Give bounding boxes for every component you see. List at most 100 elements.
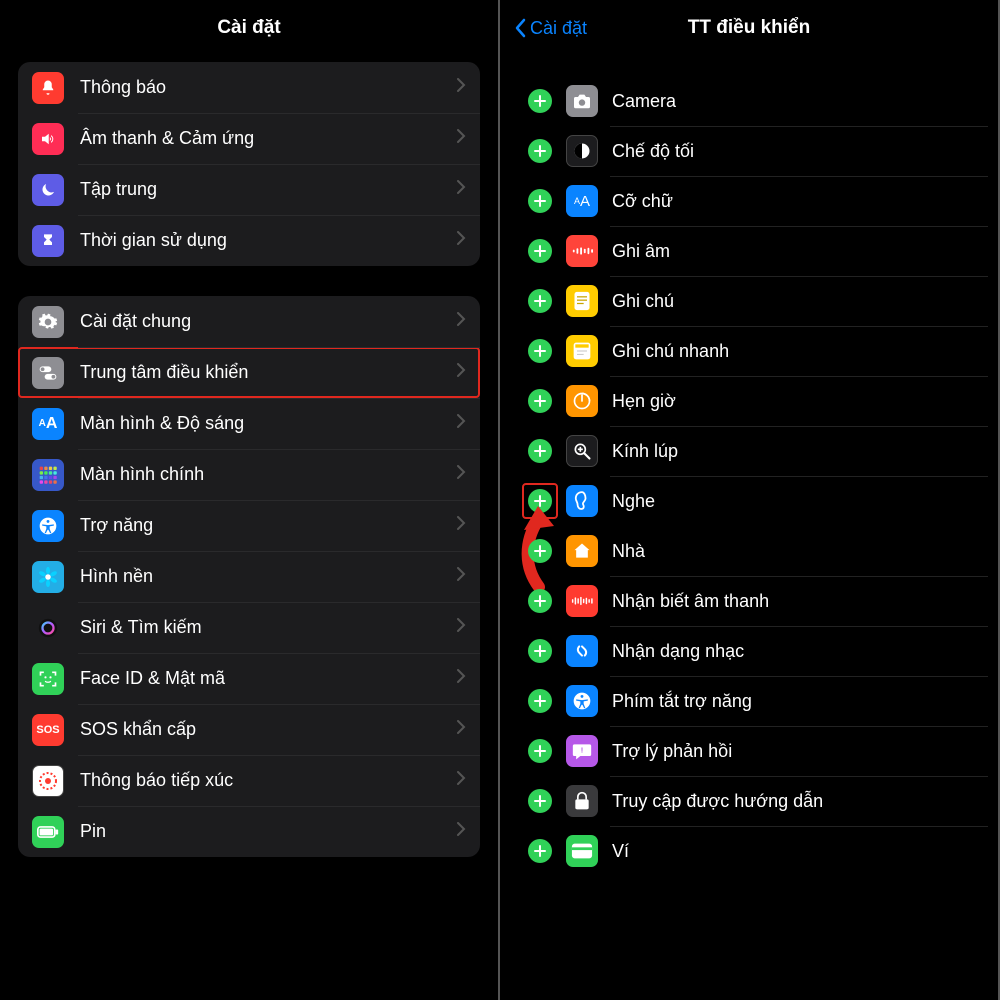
general-icon xyxy=(32,306,64,338)
control-row-textsize[interactable]: AACỡ chữ xyxy=(510,176,988,226)
settings-row-control-center[interactable]: Trung tâm điều khiển xyxy=(18,347,480,398)
control-row-label: Nhận biết âm thanh xyxy=(612,591,976,612)
settings-row-sounds[interactable]: Âm thanh & Cảm ứng xyxy=(18,113,480,164)
settings-scroll[interactable]: Thông báo Âm thanh & Cảm ứng Tập trung Thời… xyxy=(0,56,498,1000)
nav-bar: Cài đặt xyxy=(0,0,498,56)
chevron-right-icon xyxy=(457,465,466,484)
control-row-accessibility-sc[interactable]: Phím tắt trợ năng xyxy=(510,676,988,726)
add-button[interactable] xyxy=(528,639,552,663)
home-icon xyxy=(566,535,598,567)
add-button[interactable] xyxy=(528,289,552,313)
control-row-voicememo[interactable]: Ghi âm xyxy=(510,226,988,276)
settings-row-siri[interactable]: Siri & Tìm kiếm xyxy=(18,602,480,653)
add-button[interactable] xyxy=(528,389,552,413)
plus-icon xyxy=(534,695,546,707)
control-center-scroll[interactable]: Camera Chế độ tốiAACỡ chữ Ghi âm Ghi chúGhi… xyxy=(500,56,998,1000)
control-row-camera[interactable]: Camera xyxy=(510,76,988,126)
control-row-wallet[interactable]: Ví xyxy=(510,826,988,876)
control-row-label: Nghe xyxy=(612,491,976,512)
add-button[interactable] xyxy=(528,189,552,213)
control-row-darkmode[interactable]: Chế độ tối xyxy=(510,126,988,176)
settings-row-label: Màn hình chính xyxy=(80,464,457,485)
control-row-music-recog[interactable]: Nhận dạng nhạc xyxy=(510,626,988,676)
plus-icon xyxy=(534,645,546,657)
plus-icon xyxy=(534,245,546,257)
add-button[interactable] xyxy=(528,689,552,713)
settings-row-display[interactable]: AAMàn hình & Độ sáng xyxy=(18,398,480,449)
settings-row-screentime[interactable]: Thời gian sử dụng xyxy=(18,215,480,266)
sound-recog-icon xyxy=(566,585,598,617)
control-row-guided[interactable]: Truy cập được hướng dẫn xyxy=(510,776,988,826)
settings-row-label: Tập trung xyxy=(80,179,457,200)
add-button[interactable] xyxy=(528,589,552,613)
notes-icon xyxy=(566,285,598,317)
control-row-label: Trợ lý phản hồi xyxy=(612,741,976,762)
settings-screen: Cài đặt Thông báo Âm thanh & Cảm ứng Tập t… xyxy=(0,0,500,1000)
homescreen-icon xyxy=(32,459,64,491)
control-row-quicknote[interactable]: Ghi chú nhanh xyxy=(510,326,988,376)
add-button[interactable] xyxy=(528,239,552,263)
control-row-label: Hẹn giờ xyxy=(612,391,976,412)
add-button[interactable] xyxy=(528,739,552,763)
add-button[interactable] xyxy=(528,439,552,463)
control-row-home[interactable]: Nhà xyxy=(510,526,988,576)
add-button[interactable] xyxy=(528,339,552,363)
wallpaper-icon xyxy=(32,561,64,593)
settings-row-notifications[interactable]: Thông báo xyxy=(18,62,480,113)
hearing-icon xyxy=(566,485,598,517)
settings-row-battery[interactable]: Pin xyxy=(18,806,480,857)
chevron-right-icon xyxy=(457,231,466,250)
plus-icon xyxy=(534,295,546,307)
chevron-right-icon xyxy=(457,180,466,199)
add-button[interactable] xyxy=(528,139,552,163)
plus-icon xyxy=(534,845,546,857)
music-recog-icon xyxy=(566,635,598,667)
add-button[interactable] xyxy=(528,539,552,563)
add-button[interactable] xyxy=(528,789,552,813)
settings-row-label: Thông báo tiếp xúc xyxy=(80,770,457,791)
settings-row-wallpaper[interactable]: Hình nền xyxy=(18,551,480,602)
settings-row-label: Siri & Tìm kiếm xyxy=(80,617,457,638)
settings-row-label: Trợ năng xyxy=(80,515,457,536)
wallet-icon xyxy=(566,835,598,867)
settings-row-sos[interactable]: SOSSOS khẩn cấp xyxy=(18,704,480,755)
settings-row-label: Cài đặt chung xyxy=(80,311,457,332)
settings-row-label: Hình nền xyxy=(80,566,457,587)
control-row-label: Nhà xyxy=(612,541,976,562)
control-row-label: Nhận dạng nhạc xyxy=(612,641,976,662)
nav-bar: Cài đặt TT điều khiển xyxy=(500,0,998,56)
control-row-feedback[interactable]: !Trợ lý phản hồi xyxy=(510,726,988,776)
control-row-hearing[interactable]: Nghe xyxy=(510,476,988,526)
control-row-label: Ghi âm xyxy=(612,241,976,262)
settings-row-accessibility[interactable]: Trợ năng xyxy=(18,500,480,551)
settings-row-general[interactable]: Cài đặt chung xyxy=(18,296,480,347)
control-row-magnifier[interactable]: Kính lúp xyxy=(510,426,988,476)
display-icon: AA xyxy=(32,408,64,440)
settings-row-label: Pin xyxy=(80,821,457,842)
settings-row-label: Âm thanh & Cảm ứng xyxy=(80,128,457,149)
plus-icon xyxy=(534,595,546,607)
control-row-label: Ví xyxy=(612,841,976,862)
control-row-sound-recog[interactable]: Nhận biết âm thanh xyxy=(510,576,988,626)
back-button[interactable]: Cài đặt xyxy=(514,0,587,56)
chevron-right-icon xyxy=(457,363,466,382)
add-button[interactable] xyxy=(528,839,552,863)
settings-row-homescreen[interactable]: Màn hình chính xyxy=(18,449,480,500)
control-row-label: Camera xyxy=(612,91,976,112)
sounds-icon xyxy=(32,123,64,155)
chevron-right-icon xyxy=(457,771,466,790)
guided-icon xyxy=(566,785,598,817)
chevron-right-icon xyxy=(457,822,466,841)
siri-icon xyxy=(32,612,64,644)
plus-icon xyxy=(534,795,546,807)
control-row-label: Kính lúp xyxy=(612,441,976,462)
add-button[interactable] xyxy=(528,489,552,513)
control-row-timer[interactable]: Hẹn giờ xyxy=(510,376,988,426)
control-row-notes[interactable]: Ghi chú xyxy=(510,276,988,326)
settings-row-faceid[interactable]: Face ID & Mật mã xyxy=(18,653,480,704)
settings-row-focus[interactable]: Tập trung xyxy=(18,164,480,215)
control-row-label: Cỡ chữ xyxy=(612,191,976,212)
settings-row-exposure[interactable]: Thông báo tiếp xúc xyxy=(18,755,480,806)
add-button[interactable] xyxy=(528,89,552,113)
chevron-right-icon xyxy=(457,669,466,688)
